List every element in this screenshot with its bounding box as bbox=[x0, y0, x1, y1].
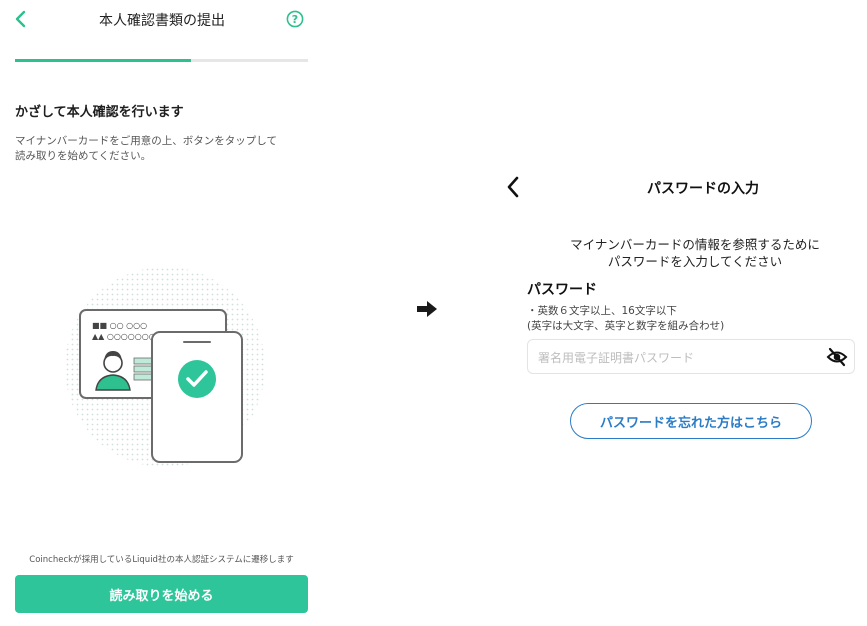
chevron-left-icon[interactable] bbox=[10, 8, 32, 30]
card-text: ■■ ○○ ○○○ bbox=[92, 321, 147, 330]
instruction-text: マイナンバーカードをご用意の上、ボタンをタップして 読み取りを始めてください。 bbox=[15, 134, 310, 164]
password-entry-screen: パスワードの入力 マイナンバーカードの情報を参照するために パスワードを入力して… bbox=[490, 0, 867, 626]
password-field[interactable] bbox=[527, 339, 855, 375]
forgot-password-button[interactable]: パスワードを忘れた方はこちら bbox=[570, 403, 812, 439]
footnote-text: Coincheckが採用しているLiquid社の本人認証システムに遷移します bbox=[29, 555, 294, 565]
info-text: マイナンバーカードの情報を参照するために パスワードを入力してください bbox=[540, 236, 850, 270]
start-reading-button[interactable]: 読み取りを始める bbox=[15, 575, 308, 613]
arrow-right-icon bbox=[417, 301, 437, 317]
progress-fill bbox=[15, 59, 191, 62]
section-heading: かざして本人確認を行います bbox=[15, 105, 184, 120]
password-input[interactable] bbox=[536, 340, 820, 375]
instruction-line: マイナンバーカードをご用意の上、ボタンをタップして bbox=[15, 135, 277, 147]
question-circle-icon[interactable]: ? bbox=[286, 10, 304, 28]
instruction-line: 読み取りを始めてください。 bbox=[15, 150, 152, 162]
password-rule: ・英数６文字以上、16文字以下 bbox=[527, 305, 677, 317]
page-title: パスワードの入力 bbox=[647, 181, 759, 197]
svg-text:?: ? bbox=[292, 13, 298, 26]
card-scan-illustration: ■■ ○○ ○○○ ▲▲ ○○○○○○○○ bbox=[65, 267, 265, 467]
info-line: マイナンバーカードの情報を参照するために bbox=[570, 237, 820, 252]
password-label: パスワード bbox=[527, 282, 597, 298]
page-title: 本人確認書類の提出 bbox=[99, 13, 225, 29]
progress-bar bbox=[15, 59, 308, 62]
chevron-left-icon[interactable] bbox=[490, 172, 520, 202]
info-line: パスワードを入力してください bbox=[607, 254, 783, 269]
password-rule-note: (英字は大文字、英字と数字を組み合わせ) bbox=[527, 320, 725, 332]
identity-submission-screen: 本人確認書類の提出 ? かざして本人確認を行います マイナンバーカードをご用意の… bbox=[0, 0, 323, 626]
eye-off-icon[interactable] bbox=[826, 347, 848, 367]
